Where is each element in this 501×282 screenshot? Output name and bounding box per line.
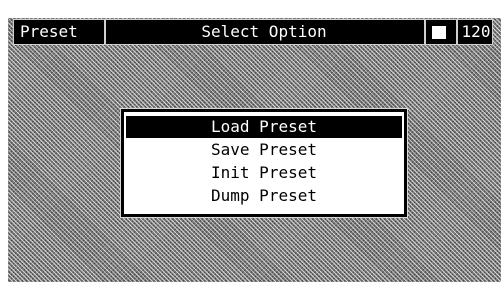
- section-label: Preset: [20, 22, 78, 41]
- page-title: Select Option: [201, 22, 327, 41]
- option-menu-panel: Load Preset Save Preset Init Preset Dump…: [124, 112, 404, 214]
- device-display: Preset Select Option 120 Load Preset Sav…: [0, 0, 501, 282]
- menu-item-save-preset[interactable]: Save Preset: [126, 139, 402, 161]
- option-menu: Load Preset Save Preset Init Preset Dump…: [120, 108, 408, 218]
- menu-item-load-preset[interactable]: Load Preset: [126, 116, 402, 138]
- stop-square-icon: [432, 26, 446, 39]
- menu-item-dump-preset[interactable]: Dump Preset: [126, 185, 402, 207]
- menu-item-init-preset[interactable]: Init Preset: [126, 162, 402, 184]
- tempo-value[interactable]: 120: [458, 20, 494, 44]
- status-indicator[interactable]: [426, 20, 456, 44]
- header-bar: Preset Select Option 120: [13, 19, 493, 45]
